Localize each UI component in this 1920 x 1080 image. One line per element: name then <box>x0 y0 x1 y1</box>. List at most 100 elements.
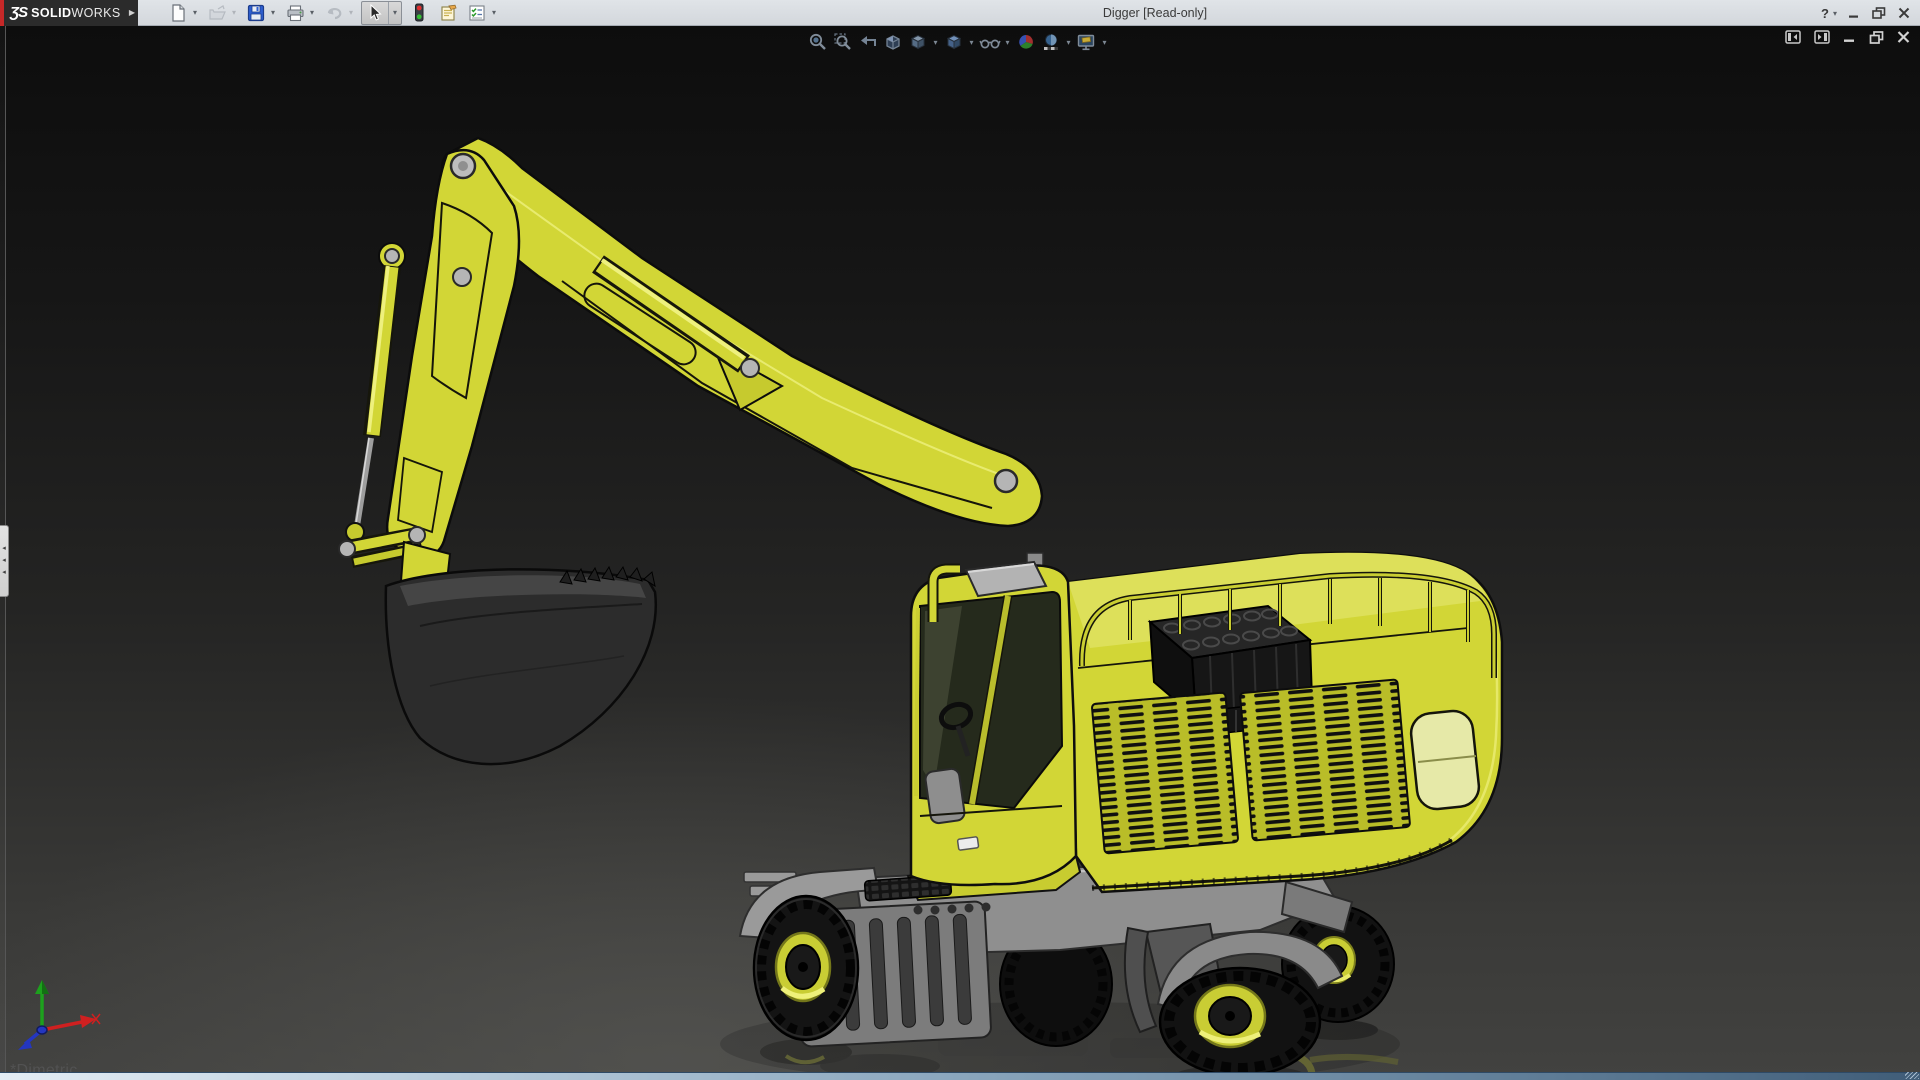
undo-arrow-icon <box>327 7 341 19</box>
zoom-to-fit-button[interactable] <box>806 31 829 53</box>
collapse-arrow-icon: ◂ <box>2 557 6 564</box>
view-orientation-button[interactable] <box>906 31 929 53</box>
help-button[interactable]: ? <box>1821 6 1829 21</box>
minimize-button[interactable] <box>1846 6 1862 20</box>
view-settings-icon <box>1077 34 1094 51</box>
close-icon <box>1898 7 1910 19</box>
view-orientation-icon <box>910 34 925 50</box>
doc-minimize-icon <box>1844 39 1854 42</box>
side-grille-left <box>1091 691 1239 855</box>
reference-triad <box>18 980 101 1050</box>
doc-minimize-button[interactable] <box>1843 31 1856 43</box>
file-properties-icon <box>440 4 457 21</box>
triad-x-axis <box>41 1020 83 1032</box>
expand-right-pane-icon <box>1814 30 1830 44</box>
previous-view-button[interactable] <box>856 31 879 53</box>
zoom-to-area-button[interactable] <box>831 31 854 53</box>
logo-accent-stripe <box>0 0 4 26</box>
document-window-controls <box>1785 30 1910 44</box>
dipper-arm[interactable] <box>385 148 521 558</box>
select-cursor-icon <box>370 3 382 21</box>
solidworks-wordmark: SOLIDWORKS <box>31 5 121 20</box>
help-dropdown-arrow[interactable]: ▾ <box>1833 9 1837 18</box>
rebuild-button[interactable] <box>407 2 431 24</box>
doc-close-icon <box>1897 31 1910 43</box>
resize-grip[interactable] <box>1905 1072 1919 1079</box>
traffic-light-icon <box>415 3 424 22</box>
new-dropdown-arrow[interactable]: ▾ <box>190 8 200 17</box>
section-view-icon <box>885 35 900 50</box>
save-dropdown-arrow[interactable]: ▾ <box>268 8 278 17</box>
panel-collapse-handle[interactable]: ◂ ◂ ◂ <box>0 525 9 597</box>
bucket[interactable] <box>384 540 658 766</box>
print-button[interactable] <box>283 2 307 24</box>
main-toolbar: ▾ ▾ ▾ ▾ ▾ ▾ ▾ <box>166 0 504 26</box>
appearance-ball-icon <box>1018 34 1033 50</box>
window-bottom-edge <box>0 1072 1920 1080</box>
new-document-button[interactable] <box>166 2 190 24</box>
view-settings-button[interactable] <box>1075 31 1098 53</box>
minimize-icon <box>1849 15 1858 18</box>
select-tool-button[interactable]: ▾ <box>361 0 402 25</box>
select-dropdown-arrow[interactable]: ▾ <box>389 8 401 17</box>
options-button[interactable] <box>465 2 489 24</box>
zoom-to-area-icon <box>833 33 851 50</box>
view-orientation-dropdown-arrow[interactable]: ▾ <box>931 38 940 47</box>
bucket-cylinder[interactable] <box>345 264 401 542</box>
expand-right-pane-button[interactable] <box>1814 30 1830 44</box>
collapse-arrow-icon: ◂ <box>2 545 6 552</box>
save-floppy-icon <box>247 4 265 21</box>
title-bar: ƷS SOLIDWORKS ▶ ▾ ▾ ▾ ▾ ▾ ▾ ▾ Digger [Re… <box>0 0 1920 26</box>
wheel-front-left[interactable] <box>752 894 860 1042</box>
title-window-controls: ? ▾ <box>1821 0 1912 26</box>
apply-scene-dropdown-arrow[interactable]: ▾ <box>1064 38 1073 47</box>
digger-model[interactable] <box>0 26 1920 1080</box>
3ds-logo-mark: ƷS <box>10 4 28 21</box>
apply-scene-button[interactable] <box>1039 31 1062 53</box>
solidworks-logo: ƷS SOLIDWORKS ▶ <box>0 0 138 26</box>
display-style-dropdown-arrow[interactable]: ▾ <box>967 38 976 47</box>
close-button[interactable] <box>1896 6 1912 20</box>
zoom-to-fit-icon <box>809 33 826 50</box>
window-title: Digger [Read-only] <box>1102 6 1208 20</box>
wheel-front-right[interactable] <box>1158 966 1322 1078</box>
view-settings-dropdown-arrow[interactable]: ▾ <box>1100 38 1109 47</box>
side-grille-right <box>1239 678 1411 842</box>
restore-button[interactable] <box>1871 6 1887 20</box>
boom-assembly[interactable] <box>338 136 1044 568</box>
doc-close-button[interactable] <box>1897 31 1910 43</box>
hide-show-items-button[interactable] <box>978 31 1001 53</box>
options-checklist-icon <box>469 4 485 21</box>
main-boom[interactable] <box>440 136 1044 528</box>
cab[interactable] <box>909 552 1078 887</box>
eyeglasses-icon <box>978 39 1001 49</box>
edit-appearance-button[interactable] <box>1014 31 1037 53</box>
apply-scene-icon <box>1043 34 1058 50</box>
restore-icon <box>1872 7 1886 19</box>
menu-flyout-arrow[interactable]: ▶ <box>129 8 135 17</box>
headsup-view-toolbar: ▾ ▾ ▾ ▾ ▾ <box>806 31 1109 53</box>
graphics-viewport[interactable]: ▾ ▾ ▾ ▾ ▾ ◂ ◂ ◂ *Dimetric <box>0 26 1920 1080</box>
new-document-icon <box>172 3 185 22</box>
undo-dropdown-arrow[interactable]: ▾ <box>346 8 356 17</box>
printer-icon <box>286 4 304 21</box>
expand-left-pane-button[interactable] <box>1785 30 1801 44</box>
open-button[interactable] <box>205 2 229 24</box>
undo-button[interactable] <box>322 2 346 24</box>
doc-restore-button[interactable] <box>1869 30 1884 44</box>
open-dropdown-arrow[interactable]: ▾ <box>229 8 239 17</box>
boom-base-pin <box>993 468 1019 494</box>
door-handle <box>956 836 980 851</box>
doc-restore-icon <box>1869 30 1884 44</box>
open-folder-icon <box>208 4 226 20</box>
display-style-button[interactable] <box>942 31 965 53</box>
print-dropdown-arrow[interactable]: ▾ <box>307 8 317 17</box>
options-dropdown-arrow[interactable]: ▾ <box>489 8 499 17</box>
save-button[interactable] <box>244 2 268 24</box>
previous-view-icon <box>860 36 876 46</box>
hide-show-dropdown-arrow[interactable]: ▾ <box>1003 38 1012 47</box>
expand-left-pane-icon <box>1785 30 1801 44</box>
file-properties-button[interactable] <box>436 2 460 24</box>
section-view-button[interactable] <box>881 31 904 53</box>
display-style-icon <box>946 34 961 50</box>
